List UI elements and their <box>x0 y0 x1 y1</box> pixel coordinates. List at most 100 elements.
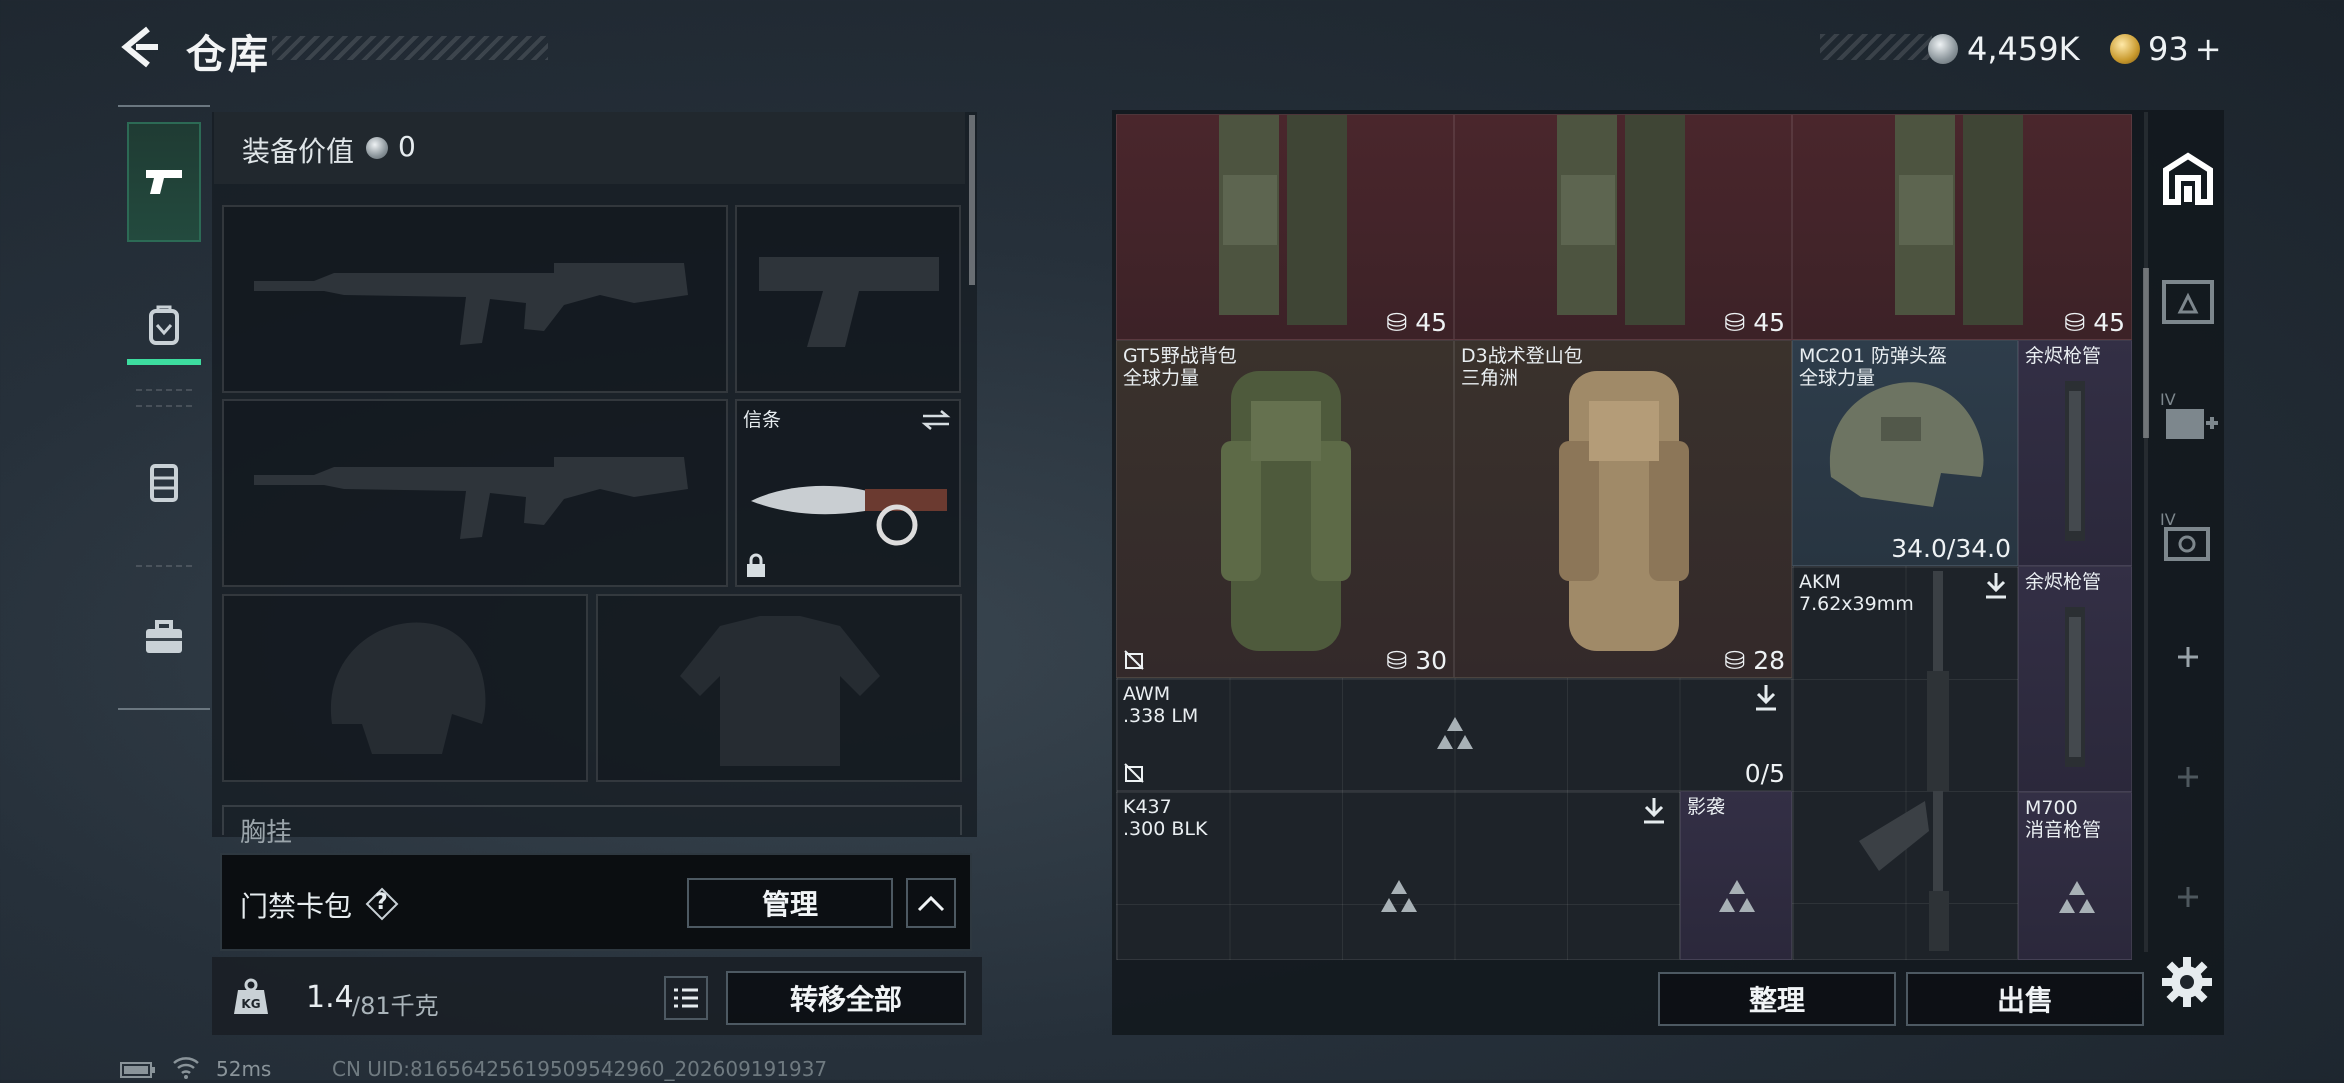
item-count: ⛁ 45 <box>2064 308 2125 337</box>
back-arrow-icon[interactable] <box>118 25 162 69</box>
no-insure-icon <box>1124 763 1144 783</box>
help-icon[interactable]: ? <box>365 887 399 921</box>
rifle-silhouette-icon <box>254 263 688 345</box>
delta-logo-icon <box>1719 880 1755 912</box>
backpack-icon <box>149 305 179 345</box>
item-name: M700 消音枪管 <box>2025 797 2101 841</box>
item-name: 影袭 <box>1687 796 1726 818</box>
helmet-slot[interactable] <box>222 594 588 782</box>
manage-button[interactable]: 管理 <box>687 878 893 928</box>
weight-icon: ⛁ <box>1386 308 1416 337</box>
weight-icon: ⛁ <box>2064 308 2094 337</box>
add-tab-icon[interactable] <box>2156 625 2220 689</box>
transfer-all-button[interactable]: 转移全部 <box>726 971 966 1025</box>
item-card[interactable]: GT5野战背包 全球力量 ⛁ 30 <box>1116 340 1454 678</box>
item-count-value: 45 <box>1415 308 1447 337</box>
storage-tab-3-icon[interactable]: IV <box>2156 385 2220 449</box>
sort-button[interactable]: 整理 <box>1658 972 1896 1026</box>
item-card[interactable]: MC201 防弹头盔 全球力量 34.0/34.0 <box>1792 340 2018 566</box>
barrel-icon <box>2065 381 2085 541</box>
item-name-text: MC201 防弹头盔 <box>1799 345 1947 367</box>
delta-logo-icon <box>2059 881 2095 913</box>
item-durability: 34.0/34.0 <box>1891 534 2011 563</box>
melee-slot-label: 信条 <box>743 409 782 431</box>
nav-tab-backpack[interactable] <box>127 265 201 385</box>
gear-icon[interactable] <box>2160 955 2214 1009</box>
max-weight: /81千克 <box>352 992 439 1020</box>
chest-rig-icon <box>1219 115 1347 325</box>
gold-coin-icon <box>2110 34 2140 64</box>
storage-tab-4-icon[interactable]: IV <box>2156 505 2220 569</box>
gold-currency-value[interactable]: 93 + <box>2148 30 2222 68</box>
rifle-silhouette-icon <box>254 457 688 539</box>
chest-rig-icon <box>1895 115 2023 325</box>
wifi-icon <box>172 1055 200 1079</box>
svg-text:KG: KG <box>241 997 260 1011</box>
backpack-icon <box>1221 371 1351 651</box>
current-weight: 1.4 <box>306 980 354 1015</box>
item-count-value: 45 <box>1753 308 1785 337</box>
item-name-text: K437 <box>1123 796 1172 818</box>
chest-rig-slot[interactable] <box>222 805 962 835</box>
item-card[interactable]: 余烬枪管 <box>2018 566 2132 792</box>
primary-weapon-slot[interactable] <box>222 205 728 393</box>
item-card[interactable]: 余烬枪管 <box>2018 340 2132 566</box>
swap-icon[interactable] <box>921 409 951 431</box>
nav-divider <box>136 389 192 391</box>
backpack-icon <box>1559 371 1689 651</box>
pistol-slot[interactable] <box>735 205 961 393</box>
rifle-icon <box>1859 571 1949 951</box>
list-view-button[interactable] <box>664 976 708 1020</box>
item-card[interactable]: AWM .338 LM 0/5 <box>1116 678 1792 791</box>
item-name: 余烬枪管 <box>2025 345 2102 367</box>
scrollbar[interactable] <box>969 115 975 285</box>
nav-tab-case[interactable] <box>127 577 201 697</box>
add-gold-icon[interactable]: + <box>2195 30 2222 68</box>
nav-tab-weapon[interactable] <box>127 122 201 242</box>
item-subtitle: 消音枪管 <box>2025 819 2102 841</box>
item-card[interactable]: 影袭 <box>1680 791 1792 960</box>
item-card[interactable]: K437.300 BLK <box>1116 791 1680 960</box>
nav-tab-vest[interactable] <box>127 422 201 542</box>
gold-value-text: 93 <box>2148 30 2189 68</box>
silver-currency-value: 4,459K <box>1967 30 2080 68</box>
storage-tab-2-icon[interactable] <box>2156 268 2220 332</box>
lock-icon <box>747 553 765 577</box>
pistol-icon <box>146 170 182 194</box>
item-subtitle: .338 LM <box>1123 705 1199 727</box>
scrollbar-track <box>2144 112 2148 952</box>
storage-main-icon[interactable] <box>2156 148 2220 212</box>
add-tab-disabled-icon <box>2156 865 2220 929</box>
collapse-button[interactable] <box>906 878 956 928</box>
sell-button[interactable]: 出售 <box>1906 972 2144 1026</box>
item-card[interactable]: ⛁ 45 <box>1792 114 2132 340</box>
chest-rig-icon <box>1557 115 1685 325</box>
knife-icon <box>751 485 947 546</box>
category-nav <box>118 105 210 710</box>
item-name-text: AWM <box>1123 683 1171 705</box>
item-card[interactable]: D3战术登山包 三角洲 ⛁ 28 <box>1454 340 1792 678</box>
help-icon-text: ? <box>375 890 388 915</box>
armor-slot[interactable] <box>596 594 962 782</box>
armor-silhouette-icon <box>680 616 880 766</box>
item-card[interactable]: M700 消音枪管 <box>2018 792 2132 960</box>
item-count: ⛁ 45 <box>1724 308 1785 337</box>
scrollbar[interactable] <box>2143 268 2149 438</box>
ping-value: 52ms <box>216 1057 272 1081</box>
delta-logo-icon <box>1437 717 1473 749</box>
secondary-weapon-slot[interactable] <box>222 399 728 587</box>
item-card[interactable]: AKM 7.62x39mm <box>1792 566 2018 960</box>
no-insure-icon <box>1124 650 1144 670</box>
item-count: ⛁ 28 <box>1724 646 1785 675</box>
helmet-silhouette-icon <box>330 622 486 754</box>
download-icon[interactable] <box>1753 683 1779 711</box>
melee-slot[interactable]: 信条 <box>735 399 961 587</box>
item-card[interactable]: ⛁ 45 <box>1454 114 1792 340</box>
item-card[interactable]: ⛁ 45 <box>1116 114 1454 340</box>
item-name: K437.300 BLK <box>1123 796 1207 840</box>
chest-rig-label: 胸挂 <box>240 818 293 848</box>
equipment-value-label: 装备价值 <box>242 135 355 168</box>
item-count-value: 28 <box>1753 646 1785 675</box>
weight-icon: KG <box>230 976 272 1018</box>
download-icon[interactable] <box>1641 796 1667 824</box>
